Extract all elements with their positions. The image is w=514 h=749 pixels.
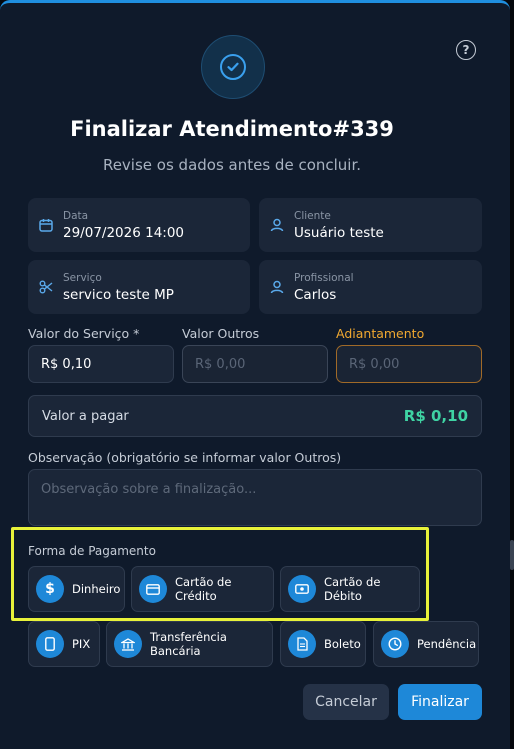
- debit-card-icon: [288, 575, 316, 603]
- payment-pending-button[interactable]: Pendência: [373, 621, 479, 667]
- service-value-input[interactable]: R$ 0,10: [28, 345, 174, 383]
- payment-debit-button[interactable]: Cartão de Débito: [280, 566, 420, 612]
- check-circle-icon: [220, 54, 246, 80]
- amount-due-box: Valor a pagar R$ 0,10: [28, 395, 482, 437]
- finalize-modal: ? Finalizar Atendimento#339 Revise os da…: [0, 0, 510, 749]
- bank-icon: [114, 630, 142, 658]
- scrollbar-thumb[interactable]: [510, 540, 514, 570]
- modal-subtitle: Revise os dados antes de concluir.: [102, 156, 362, 174]
- advance-label: Adiantamento: [336, 326, 425, 341]
- scrollbar[interactable]: [510, 0, 514, 749]
- professional-card: Profissional Carlos: [259, 260, 482, 314]
- service-card: Serviço servico teste MP: [28, 260, 250, 314]
- user-icon: [269, 279, 285, 295]
- payment-method-label: Transferência Bancária: [150, 630, 227, 658]
- service-value-label: Valor do Serviço *: [28, 326, 140, 341]
- help-icon[interactable]: ?: [456, 40, 476, 60]
- payment-transfer-button[interactable]: Transferência Bancária: [106, 621, 273, 667]
- note-textarea[interactable]: Observação sobre a finalização...: [28, 469, 482, 526]
- payment-credit-button[interactable]: Cartão de Crédito: [131, 566, 274, 612]
- service-value: servico teste MP: [63, 286, 174, 303]
- professional-label: Profissional: [294, 271, 354, 284]
- payment-method-label: PIX: [72, 637, 91, 651]
- payment-method-label: Dinheiro: [72, 582, 121, 596]
- payment-label: Forma de Pagamento: [28, 544, 156, 558]
- payment-boleto-button[interactable]: Boleto: [280, 621, 366, 667]
- client-value: Usuário teste: [294, 224, 384, 241]
- note-label: Observação (obrigatório se informar valo…: [28, 450, 342, 465]
- scissors-icon: [38, 279, 54, 295]
- payment-method-label: Cartão de Crédito: [175, 575, 232, 603]
- client-card: Cliente Usuário teste: [259, 198, 482, 252]
- clock-icon: [381, 630, 409, 658]
- date-value: 29/07/2026 14:00: [63, 224, 185, 241]
- phone-icon: [36, 630, 64, 658]
- client-label: Cliente: [294, 209, 331, 222]
- amount-due-value: R$ 0,10: [403, 407, 468, 425]
- payment-pix-button[interactable]: PIX: [28, 621, 100, 667]
- calendar-icon: [38, 217, 54, 233]
- date-card: Data 29/07/2026 14:00: [28, 198, 250, 252]
- other-value-label: Valor Outros: [182, 326, 260, 341]
- credit-card-icon: [139, 575, 167, 603]
- date-label: Data: [63, 209, 89, 222]
- service-label: Serviço: [63, 271, 102, 284]
- check-badge: [201, 35, 265, 99]
- user-icon: [269, 217, 285, 233]
- document-icon: [288, 630, 316, 658]
- amount-due-label: Valor a pagar: [42, 408, 129, 424]
- dollar-icon: $: [36, 575, 64, 603]
- payment-method-label: Cartão de Débito: [324, 575, 381, 603]
- cancel-button[interactable]: Cancelar: [303, 684, 389, 720]
- payment-method-label: Boleto: [324, 637, 361, 651]
- payment-method-label: Pendência: [417, 637, 477, 651]
- finish-button[interactable]: Finalizar: [398, 684, 482, 720]
- advance-input[interactable]: R$ 0,00: [336, 345, 482, 383]
- other-value-input[interactable]: R$ 0,00: [182, 345, 328, 383]
- modal-title: Finalizar Atendimento#339: [70, 117, 394, 141]
- payment-cash-button[interactable]: $ Dinheiro: [28, 566, 125, 612]
- professional-value: Carlos: [294, 286, 337, 303]
